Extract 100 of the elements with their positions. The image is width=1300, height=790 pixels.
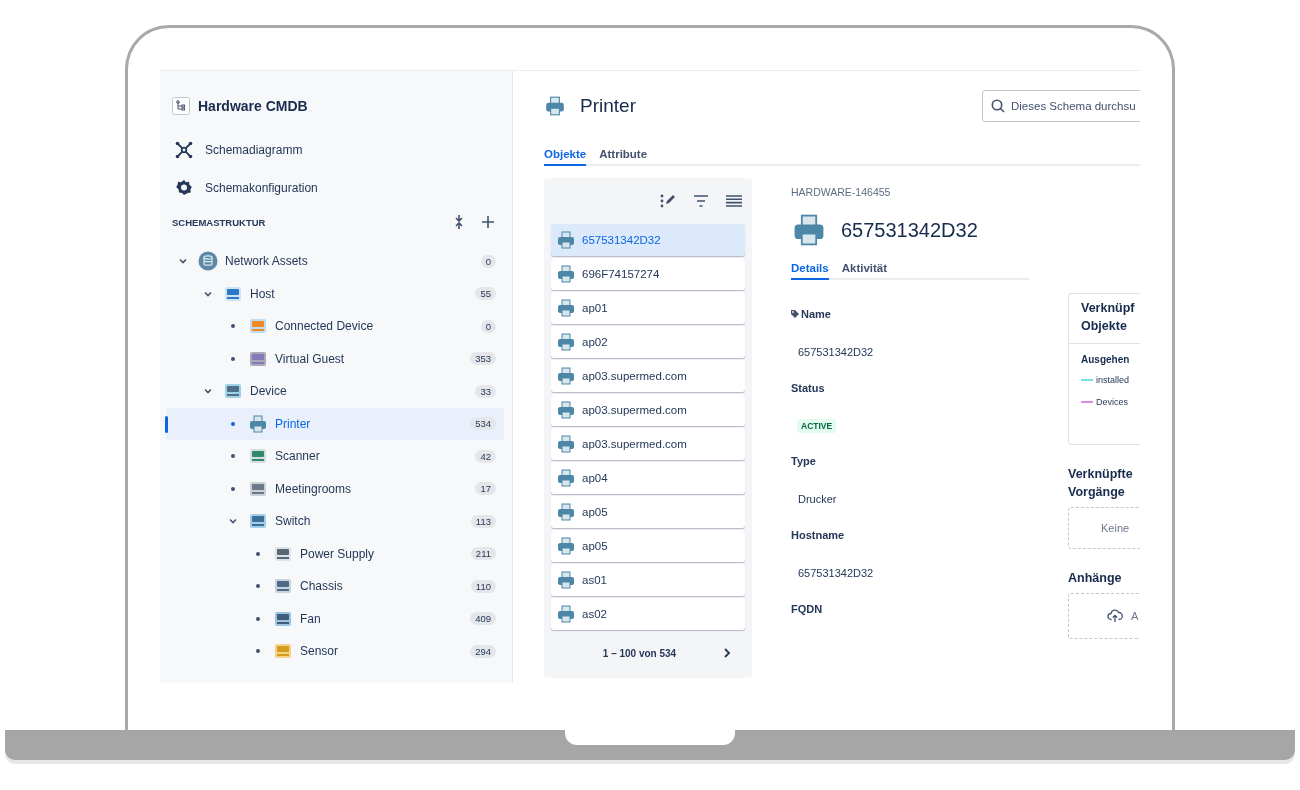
object-row[interactable]: 657531342D32 (551, 224, 745, 256)
printer-icon (556, 332, 576, 352)
bullet-icon (231, 454, 235, 459)
count-badge: 211 (470, 547, 496, 561)
nav-link[interactable]: Schemakonfiguration (166, 169, 504, 207)
section-heading: Verknüpfte Vorgänge (1068, 466, 1134, 501)
bullet-icon (231, 356, 235, 361)
object-row[interactable]: ap03.supermed.com (551, 394, 745, 426)
legend-label: Devices (1096, 397, 1128, 407)
upload-cloud-icon (1107, 609, 1123, 623)
tree-item[interactable]: Connected Device 0 (166, 310, 504, 343)
object-row[interactable]: ap04 (551, 462, 745, 494)
tab[interactable]: Aktivität (841, 262, 888, 280)
tree-item[interactable]: Meetingrooms 17 (166, 472, 504, 505)
schema-title: Hardware CMDB (198, 98, 308, 114)
count-badge: 17 (475, 482, 496, 496)
tree-item[interactable]: Host 55 (166, 277, 504, 310)
object-row[interactable]: ap03.supermed.com (551, 428, 745, 460)
tab[interactable]: Details (791, 262, 829, 280)
diagram-icon (175, 141, 193, 159)
page-title: Printer (580, 95, 637, 117)
object-row[interactable]: as02 (551, 598, 745, 630)
object-title: 657531342D32 (841, 218, 978, 242)
count-badge: 55 (475, 287, 496, 301)
section-title: SCHEMASTRUKTUR (172, 216, 267, 228)
count-badge: 110 (470, 579, 496, 593)
tab[interactable]: Attribute (599, 148, 648, 166)
database-icon (198, 251, 218, 272)
printer-icon (556, 400, 576, 420)
field-value: Drucker (798, 493, 837, 505)
field-value: 657531342D32 (798, 346, 874, 358)
tree-item[interactable]: Sensor 294 (166, 635, 504, 668)
tree-item[interactable]: Power Supply 211 (166, 537, 504, 570)
bullet-icon (256, 616, 260, 621)
count-badge: 33 (475, 384, 496, 398)
printer-icon (556, 366, 576, 386)
tree-item[interactable]: Network Assets 0 (166, 245, 504, 278)
filter-icon[interactable] (692, 193, 710, 209)
tab[interactable]: Objekte (544, 148, 587, 166)
tree-item[interactable]: Device 33 (166, 375, 504, 408)
object-row[interactable]: ap05 (551, 530, 745, 562)
bullet-icon (256, 584, 260, 589)
count-badge: 42 (475, 449, 496, 463)
bullet-icon (256, 649, 260, 654)
edit-columns-icon[interactable] (658, 192, 678, 210)
tree-item[interactable]: Fan 409 (166, 602, 504, 635)
count-badge: 0 (480, 319, 496, 333)
printer-icon (556, 298, 576, 318)
pagination-text: 1 – 100 von 534 (602, 647, 677, 659)
search-field[interactable]: Dieses Schema durchsu (982, 90, 1140, 122)
field-label: Hostname (791, 529, 845, 541)
object-row[interactable]: as01 (551, 564, 745, 596)
count-badge: 534 (470, 417, 496, 431)
empty-issues-box: Keine (1068, 507, 1140, 549)
status-lozenge: ACTIVE (797, 419, 837, 433)
object-key: HARDWARE-146455 (791, 186, 1029, 198)
nav-link[interactable]: Schemadiagramm (166, 131, 504, 169)
field-label: Status (791, 382, 825, 394)
printer-icon (556, 468, 576, 488)
bullet-icon (231, 421, 235, 426)
printer-icon (248, 413, 268, 434)
printer-icon (556, 536, 576, 556)
count-badge: 0 (480, 254, 496, 268)
printer-icon (556, 570, 576, 590)
tree-item[interactable]: Printer 534 (166, 407, 504, 440)
count-badge: 294 (470, 644, 496, 658)
printer-icon (556, 502, 576, 522)
attachment-dropzone[interactable]: A (1068, 593, 1140, 639)
tag-icon (791, 310, 799, 318)
hierarchy-icon (172, 97, 190, 115)
legend-label: installed (1096, 375, 1130, 385)
object-row[interactable]: ap01 (551, 292, 745, 324)
tree-item[interactable]: Virtual Guest 353 (166, 342, 504, 375)
printer-icon (544, 95, 566, 117)
bullet-icon (231, 324, 235, 329)
list-view-icon[interactable] (724, 193, 744, 209)
tree-item[interactable]: Switch 113 (166, 505, 504, 538)
field-label: Type (791, 455, 816, 467)
count-badge: 113 (470, 514, 496, 528)
collapse-all-icon[interactable] (452, 213, 466, 231)
bullet-icon (256, 551, 260, 556)
card-title: Verknüpf Objekte (1069, 294, 1140, 344)
field-label: Name (801, 308, 831, 320)
object-row[interactable]: ap05 (551, 496, 745, 528)
bullet-icon (231, 486, 235, 491)
printer-icon (556, 604, 576, 624)
settings-icon (175, 179, 193, 197)
tree-item[interactable]: Chassis 110 (166, 570, 504, 603)
printer-icon (556, 230, 576, 250)
field-value: 657531342D32 (798, 567, 874, 579)
add-icon[interactable] (480, 214, 496, 230)
card-subtitle: Ausgehen (1081, 354, 1131, 365)
count-badge: 409 (470, 612, 496, 626)
count-badge: 353 (470, 352, 496, 366)
printer-icon (556, 264, 576, 284)
object-row[interactable]: ap03.supermed.com (551, 360, 745, 392)
object-row[interactable]: ap02 (551, 326, 745, 358)
tree-item[interactable]: Scanner 42 (166, 440, 504, 473)
section-heading: Anhänge (1068, 570, 1123, 587)
object-row[interactable]: 696F74157274 (551, 258, 745, 290)
